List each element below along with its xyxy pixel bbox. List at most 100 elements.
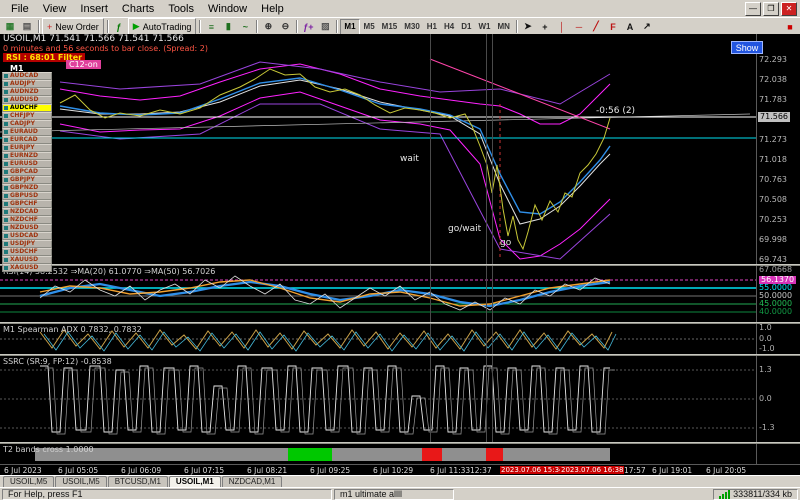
horizontal-line-icon[interactable]: ─ (571, 19, 587, 34)
symbol-button-eurjpy[interactable]: EURJPY (2, 144, 52, 152)
pane-divider[interactable] (0, 264, 800, 266)
arrows-icon[interactable]: ↗ (639, 19, 655, 34)
symbol-button-chfjpy[interactable]: CHFJPY (2, 112, 52, 120)
pane-divider[interactable] (0, 354, 800, 356)
minimize-button[interactable]: — (745, 2, 761, 16)
vertical-line-object[interactable] (492, 34, 493, 442)
symbol-button-audchf[interactable]: AUDCHF (2, 104, 52, 112)
time-axis-label: 17:57 (624, 466, 646, 475)
price-axis-label: 70.253 (759, 216, 787, 224)
symbol-indicator-square (4, 106, 8, 110)
chart-tab-usoil-m5[interactable]: USOIL,M5 (55, 476, 106, 487)
zoom-out-icon[interactable]: ⊖ (277, 19, 293, 34)
chart-tab-nzdcad-m1[interactable]: NZDCAD,M1 (222, 476, 283, 487)
vertical-line-object[interactable] (486, 34, 487, 442)
symbol-button-eurusd[interactable]: EURUSD (2, 160, 52, 168)
menu-insert[interactable]: Insert (73, 2, 115, 16)
menu-file[interactable]: File (4, 2, 36, 16)
symbol-indicator-square (4, 234, 8, 238)
show-button[interactable]: Show (731, 41, 763, 54)
symbol-button-cadjpy[interactable]: CADJPY (2, 120, 52, 128)
symbol-button-audnzd[interactable]: AUDNZD (2, 88, 52, 96)
symbol-button-xagusd[interactable]: XAGUSD (2, 264, 52, 272)
symbol-label: XAGUSD (10, 265, 38, 271)
symbol-button-eurnzd[interactable]: EURNZD (2, 152, 52, 160)
symbol-button-gbpjpy[interactable]: GBPJPY (2, 176, 52, 184)
symbol-button-eurcad[interactable]: EURCAD (2, 136, 52, 144)
menu-view[interactable]: View (36, 2, 74, 16)
zoom-in-icon[interactable]: ⊕ (260, 19, 276, 34)
menu-charts[interactable]: Charts (115, 2, 161, 16)
new-order-button[interactable]: +New Order (42, 18, 104, 35)
vertical-line-object[interactable] (430, 34, 431, 442)
symbol-button-audcad[interactable]: AUDCAD (2, 72, 52, 80)
symbol-label: EURNZD (10, 153, 38, 159)
chart-profiles-icon[interactable]: ▤ (19, 19, 35, 34)
time-axis-label: 6 Jul 09:25 (310, 466, 350, 475)
cursor-icon[interactable]: ➤ (520, 19, 536, 34)
timeframe-m5-button[interactable]: M5 (361, 20, 378, 34)
trendline-icon[interactable]: ╱ (588, 19, 604, 34)
symbol-button-nzdcad[interactable]: NZDCAD (2, 208, 52, 216)
menu-tools[interactable]: Tools (161, 2, 201, 16)
symbol-button-xauusd[interactable]: XAUUSD (2, 256, 52, 264)
menu-window[interactable]: Window (201, 2, 254, 16)
symbol-button-gbpcad[interactable]: GBPCAD (2, 168, 52, 176)
bars-chart-icon[interactable]: ≡ (203, 19, 219, 34)
symbol-button-usdcad[interactable]: USDCAD (2, 232, 52, 240)
fibonacci-icon[interactable]: F (605, 19, 621, 34)
chart-annotation: wait (400, 154, 419, 164)
chart-tab-btcusd-m1[interactable]: BTCUSD,M1 (108, 476, 168, 487)
symbol-indicator-square (4, 186, 8, 190)
timeframe-h1-button[interactable]: H1 (424, 20, 440, 34)
symbol-button-usdjpy[interactable]: USDJPY (2, 240, 52, 248)
symbol-button-gbpnzd[interactable]: GBPNZD (2, 184, 52, 192)
chart-tab-usoil-m5[interactable]: USOIL,M5 (3, 476, 54, 487)
candlestick-chart-icon[interactable]: ▮ (220, 19, 236, 34)
timeframe-h4-button[interactable]: H4 (441, 20, 457, 34)
symbol-button-euraud[interactable]: EURAUD (2, 128, 52, 136)
time-axis[interactable]: 6 Jul 20236 Jul 05:056 Jul 06:096 Jul 07… (0, 464, 800, 475)
symbol-button-gbpchf[interactable]: GBPCHF (2, 200, 52, 208)
vertical-line-icon[interactable]: │ (554, 19, 570, 34)
expert-advisors-icon[interactable]: ƒ (111, 19, 127, 34)
symbol-indicator-square (4, 210, 8, 214)
chart-area[interactable]: USOIL,M1 71.541 71.566 71.541 71.566 0 m… (0, 34, 756, 464)
symbol-button-nzdchf[interactable]: NZDCHF (2, 216, 52, 224)
timeframe-mn-button[interactable]: MN (494, 20, 512, 34)
line-chart-icon[interactable]: ~ (237, 19, 253, 34)
price-axis[interactable]: 72.29372.03871.78371.52871.27371.01870.7… (756, 34, 800, 464)
candlestick-chart-icon-glyph-icon: ▮ (226, 21, 231, 32)
symbol-button-nzdusd[interactable]: NZDUSD (2, 224, 52, 232)
main-plot (0, 34, 756, 264)
t2-bands-pane (0, 444, 756, 464)
timeframe-m15-button[interactable]: M15 (379, 20, 401, 34)
timeframe-d1-button[interactable]: D1 (458, 20, 474, 34)
autotrading-button[interactable]: ▶AutoTrading (128, 18, 197, 35)
restore-button[interactable]: ❐ (763, 2, 779, 16)
symbol-indicator-square (4, 130, 8, 134)
symbol-button-usdchf[interactable]: USDCHF (2, 248, 52, 256)
symbol-button-audusd[interactable]: AUDUSD (2, 96, 52, 104)
text-label-icon[interactable]: A (622, 19, 638, 34)
chart-annotation: go/wait (448, 224, 481, 234)
chart-annotation: -0:56 (2) (596, 106, 635, 116)
chart-tab-usoil-m1[interactable]: USOIL,M1 (169, 476, 221, 487)
menu-help[interactable]: Help (254, 2, 291, 16)
symbol-label: EURCAD (10, 137, 38, 143)
stop-icon[interactable]: ■ (782, 19, 798, 34)
symbol-button-gbpusd[interactable]: GBPUSD (2, 192, 52, 200)
new-chart-icon[interactable]: ▦ (2, 19, 18, 34)
pane-divider[interactable] (0, 442, 800, 444)
templates-icon[interactable]: ▨ (317, 19, 333, 34)
symbol-button-audjpy[interactable]: AUDJPY (2, 80, 52, 88)
bar-countdown-text: 0 minutes and 56 seconds to bar close. (… (3, 44, 208, 53)
symbol-indicator-square (4, 162, 8, 166)
indicators-icon[interactable]: ƒ+ (300, 19, 316, 34)
timeframe-w1-button[interactable]: W1 (475, 20, 493, 34)
timeframe-m1-button[interactable]: M1 (340, 19, 359, 35)
crosshair-icon[interactable]: + (537, 19, 553, 34)
close-button[interactable]: ✕ (781, 2, 797, 16)
timeframe-m30-button[interactable]: M30 (401, 20, 423, 34)
pane-divider[interactable] (0, 322, 800, 324)
